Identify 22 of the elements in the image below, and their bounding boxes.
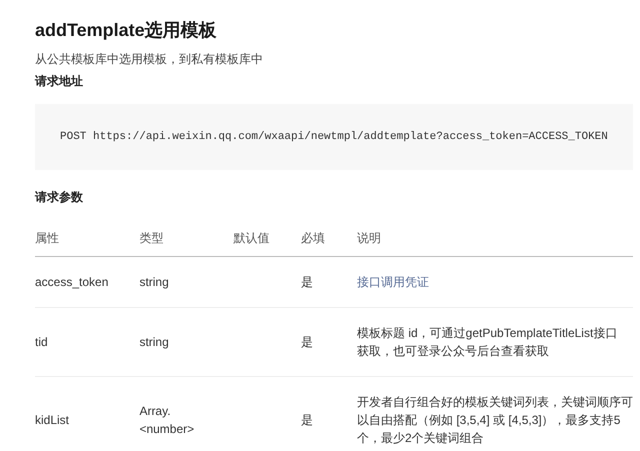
table-cell: 模板标题 id，可通过getPubTemplateTitleList接口 获取，也可登录公众号后台查看获取 [357,308,633,376]
table-cell: access_token [35,256,140,308]
table-cell: 是 [300,376,357,451]
table-cell: string [139,256,234,308]
table-cell: kidList [35,376,140,451]
table-cell: 是 [300,256,357,308]
table-cell: tid [35,308,140,376]
request-url-code: POST https://api.weixin.qq.com/wxaapi/newtmpl/addtemplate?access_token=ACCESS_TOKEN [60,131,608,143]
table-cell: Array. <number> [139,376,234,451]
section-heading: 请求参数 [35,189,84,206]
column-header: 默认值 [234,220,301,256]
table-cell: 开发者自行组合好的模板关键词列表，关键词顺序可 以自由搭配（例如 [3,5,4] 或 [4,5,3]），最多支持5 个，最少2个关键词组合 [357,376,633,451]
summary-text: 从公共模板库中选用模板，到私有模板库中 [35,51,264,68]
table-cell: 是 [300,308,357,376]
column-header: 说明 [357,220,633,256]
column-header: 属性 [35,220,140,256]
page-title: addTemplate选用模板 [35,19,218,42]
link[interactable]: 接口调用凭证 [357,256,633,308]
section-heading: 请求地址 [35,73,84,90]
column-header: 类型 [139,220,234,256]
table-cell: string [139,308,234,376]
column-header: 必填 [300,220,357,256]
